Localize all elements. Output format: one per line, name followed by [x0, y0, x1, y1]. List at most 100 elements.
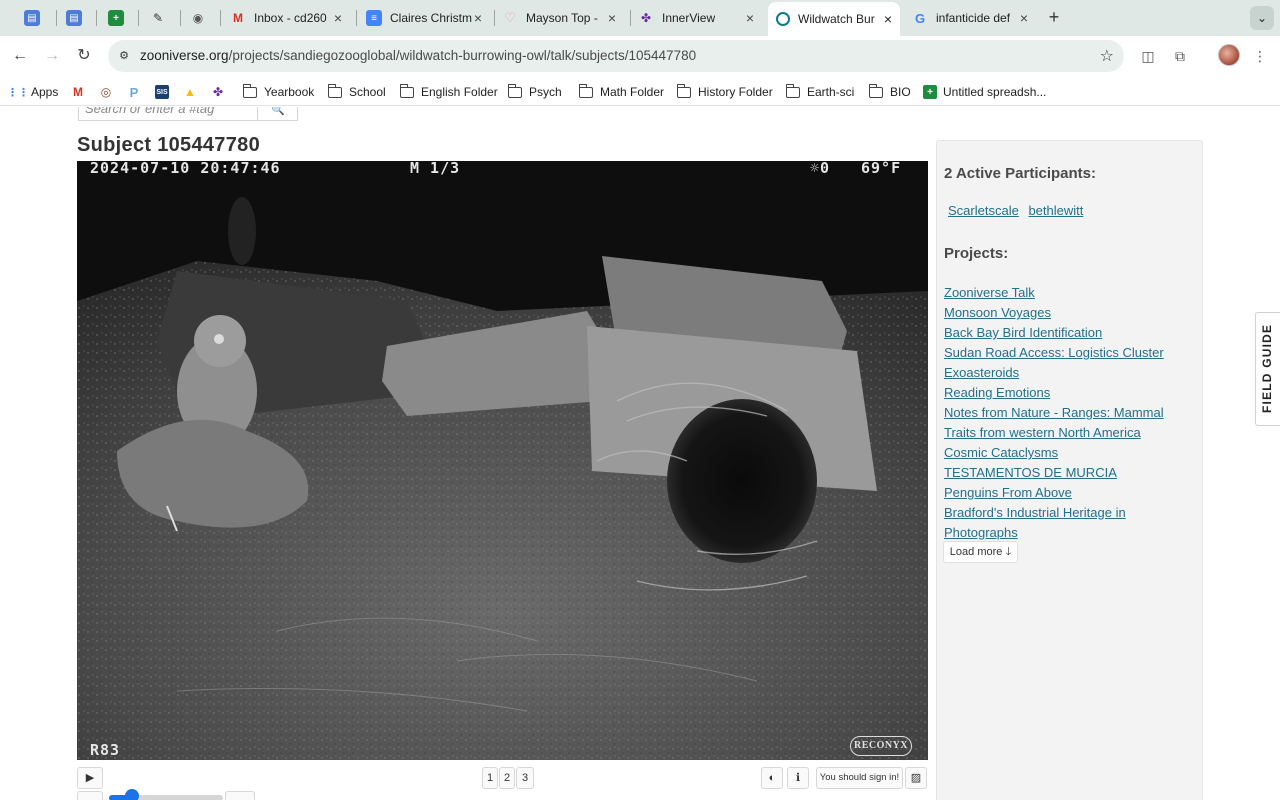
sheets-icon: +	[923, 85, 937, 99]
forward-arrow-icon[interactable]: →	[40, 44, 64, 68]
step-back-button[interactable]	[77, 791, 103, 800]
tab-printer-2[interactable]: ▤	[66, 6, 92, 30]
close-icon[interactable]: ×	[604, 10, 620, 26]
bookmark-yearbook[interactable]: Yearbook	[242, 83, 315, 101]
reload-icon[interactable]: ↻	[72, 44, 96, 68]
project-link[interactable]: TESTAMENTOS DE MURCIA	[944, 463, 1194, 483]
tab-gmail[interactable]: M Inbox - cd260 ×	[230, 6, 350, 30]
project-link[interactable]: Monsoon Voyages	[944, 303, 1194, 323]
project-link[interactable]: Cosmic Cataclysms	[944, 443, 1194, 463]
bookmark-star-icon[interactable]: ☆	[1100, 46, 1114, 66]
close-icon[interactable]: ×	[1016, 10, 1032, 26]
bookmark-history[interactable]: History Folder	[676, 83, 773, 101]
tag-search-box[interactable]: Search or enter a #tag 🔍	[78, 107, 298, 121]
project-link[interactable]: Zooniverse Talk	[944, 283, 1194, 303]
bookmark-gmail[interactable]: M	[71, 83, 91, 101]
tab-sheets[interactable]: +	[108, 6, 134, 30]
search-input[interactable]: Search or enter a #tag	[85, 107, 214, 116]
bookmark-p[interactable]: P	[127, 83, 147, 101]
bookmark-label: Yearbook	[264, 85, 315, 99]
participant-link[interactable]: Scarletscale	[948, 203, 1019, 218]
project-link[interactable]: Penguins From Above	[944, 483, 1194, 503]
tab-printer-1[interactable]: ▤	[24, 6, 50, 30]
load-more-button[interactable]: Load more 🡓	[943, 541, 1018, 563]
bookmark-math[interactable]: Math Folder	[578, 83, 664, 101]
bookmark-drive[interactable]: ▲	[183, 83, 203, 101]
bookmark-english[interactable]: English Folder	[399, 83, 498, 101]
new-tab-button[interactable]: +	[1044, 8, 1064, 28]
drive-icon: ▲	[184, 85, 196, 99]
profile-avatar[interactable]	[1218, 44, 1240, 66]
frame-button-3[interactable]: 3	[516, 767, 534, 789]
project-link[interactable]: Traits from western North America	[944, 423, 1194, 443]
tab-google[interactable]: G infanticide def ×	[912, 6, 1036, 30]
reading-mode-icon[interactable]: ◫	[1138, 46, 1158, 66]
close-icon[interactable]: ×	[880, 11, 896, 27]
project-link[interactable]: Back Bay Bird Identification	[944, 323, 1194, 343]
heart-icon: ♡	[504, 10, 516, 25]
kebab-menu-icon[interactable]: ⋮	[1250, 46, 1270, 66]
bookmark-label: Psych	[529, 85, 562, 99]
slider-thumb[interactable]	[124, 789, 139, 800]
url-path: /projects/sandiegozooglobal/wildwatch-bu…	[228, 48, 697, 63]
apps-grid-icon: ⋮⋮	[7, 86, 29, 99]
address-bar[interactable]: ⚙ zooniverse.org/projects/sandiegozooglo…	[108, 40, 1124, 72]
image-button[interactable]: ▨	[905, 767, 927, 789]
participant-list: Scarletscale bethlewitt	[948, 203, 1089, 218]
bookmark-seal[interactable]: ◎	[99, 83, 119, 101]
bookmark-apps[interactable]: ⋮⋮ Apps	[7, 83, 58, 101]
close-icon[interactable]: ×	[330, 10, 346, 26]
site-info-icon[interactable]: ⚙	[116, 48, 132, 64]
innerview-icon: ✤	[212, 85, 224, 99]
field-guide-tab[interactable]: FIELD GUIDE	[1255, 312, 1280, 426]
project-link[interactable]: Bradford's Industrial Heritage in	[944, 503, 1194, 523]
bookmark-psych[interactable]: Psych	[507, 83, 562, 101]
project-link[interactable]: Exoasteroids	[944, 363, 1194, 383]
tab-title: infanticide def	[936, 11, 1011, 25]
bookmark-bio[interactable]: BIO	[868, 83, 911, 101]
tab-mayson[interactable]: ♡ Mayson Top - ×	[502, 6, 624, 30]
project-list: Zooniverse Talk Monsoon Voyages Back Bay…	[944, 283, 1194, 543]
project-link[interactable]: Photographs	[944, 523, 1194, 543]
image-icon: ▨	[910, 772, 922, 784]
folder-icon	[399, 83, 414, 98]
tab-docs[interactable]: ≡ Claires Christm ×	[366, 6, 490, 30]
invert-colors-button[interactable]: ◐	[761, 767, 783, 789]
url-text[interactable]: zooniverse.org/projects/sandiegozoogloba…	[140, 48, 696, 63]
tab-signature[interactable]: ✎	[150, 6, 176, 30]
projects-heading: Projects:	[944, 245, 1009, 262]
play-button[interactable]: ▶	[77, 767, 103, 789]
frame-button-2[interactable]: 2	[499, 767, 515, 789]
project-link[interactable]: Sudan Road Access: Logistics Cluster	[944, 343, 1194, 363]
step-forward-button[interactable]	[225, 791, 255, 800]
bookmark-sis[interactable]: SIS	[155, 83, 175, 101]
contrast-icon: ◐	[768, 772, 776, 784]
printer-icon: ▤	[66, 10, 82, 26]
tab-owl[interactable]: ◉	[190, 6, 216, 30]
search-icon[interactable]: 🔍	[257, 107, 298, 120]
participant-link[interactable]: bethlewitt	[1028, 203, 1083, 218]
close-icon[interactable]: ×	[470, 10, 486, 26]
tab-innerview[interactable]: ✤ InnerView ×	[638, 6, 762, 30]
frame-slider[interactable]	[77, 789, 277, 800]
folder-icon	[785, 83, 800, 98]
bookmark-untitled-spreadsheet[interactable]: + Untitled spreadsh...	[923, 83, 1046, 101]
extensions-puzzle-icon[interactable]: ⧉	[1170, 46, 1190, 66]
project-link[interactable]: Reading Emotions	[944, 383, 1194, 403]
info-button[interactable]: ℹ	[787, 767, 809, 789]
back-arrow-icon[interactable]: ←	[8, 44, 32, 68]
tab-wildwatch-active[interactable]: Wildwatch Bur ×	[768, 2, 900, 36]
camera-id: R83	[90, 741, 121, 759]
bookmark-school[interactable]: School	[327, 83, 386, 101]
camera-moon-phase: ☼0	[810, 161, 831, 177]
bookmark-innerview[interactable]: ✤	[211, 83, 231, 101]
close-icon[interactable]: ×	[742, 10, 758, 26]
p-icon: P	[129, 84, 139, 100]
tab-title: Inbox - cd260	[254, 11, 327, 25]
project-link[interactable]: Notes from Nature - Ranges: Mammal	[944, 403, 1194, 423]
frame-button-1[interactable]: 1	[482, 767, 498, 789]
tab-search-chevron-icon[interactable]: ⌄	[1250, 6, 1274, 30]
sign-in-notice[interactable]: You should sign in!	[816, 767, 903, 789]
url-domain: zooniverse.org	[140, 48, 229, 63]
bookmark-earth-sci[interactable]: Earth-sci	[785, 83, 854, 101]
